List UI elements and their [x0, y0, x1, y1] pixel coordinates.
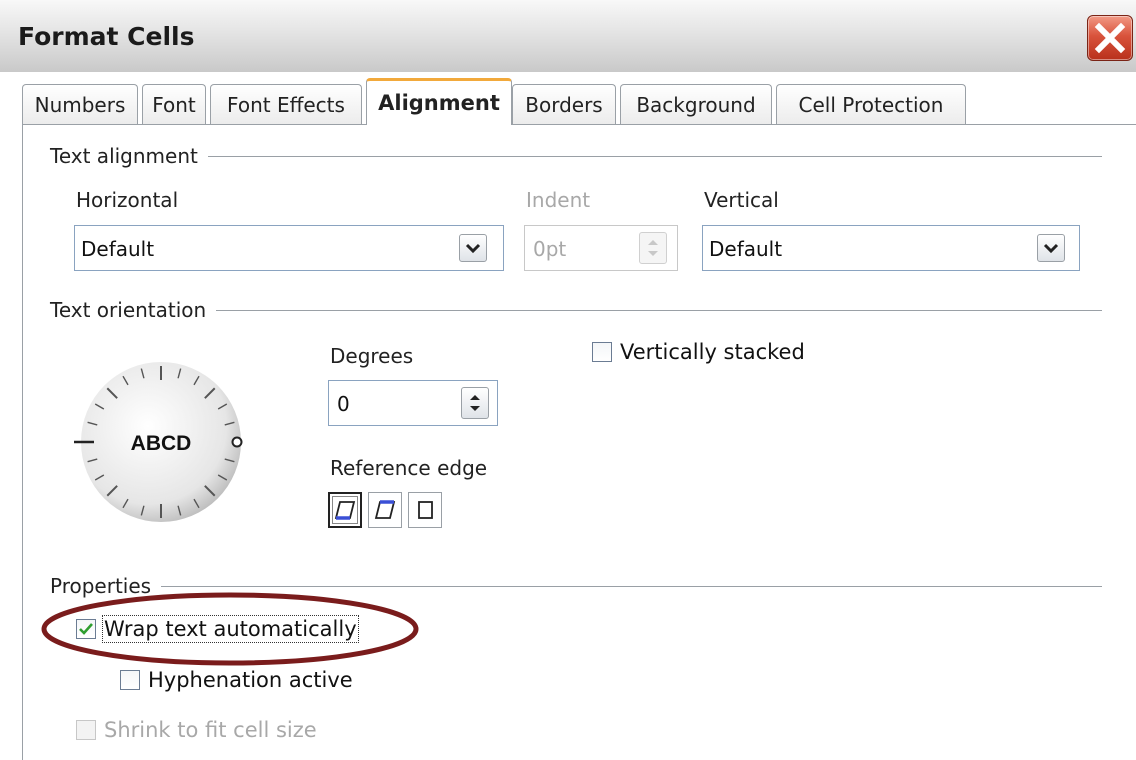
- vertical-label: Vertical: [704, 188, 779, 212]
- tab-borders[interactable]: Borders: [512, 84, 616, 124]
- horizontal-select[interactable]: Default: [74, 225, 504, 271]
- hyphenation-option[interactable]: Hyphenation active: [120, 668, 353, 692]
- reference-edge-inside-icon: [418, 501, 433, 519]
- degrees-value: 0: [337, 392, 350, 416]
- tab-label: Background: [636, 92, 756, 117]
- horizontal-value: Default: [81, 237, 155, 261]
- degrees-spin-buttons[interactable]: [461, 387, 489, 419]
- tab-label: Borders: [525, 92, 603, 117]
- hyphenation-checkbox[interactable]: [120, 670, 140, 690]
- shrink-to-fit-checkbox: [76, 720, 96, 740]
- orientation-dial[interactable]: ABCD: [66, 354, 256, 534]
- tab-background[interactable]: Background: [620, 84, 772, 124]
- reference-edge-top-icon: [374, 500, 396, 519]
- close-button[interactable]: [1087, 15, 1133, 61]
- vertically-stacked-option[interactable]: Vertically stacked: [592, 340, 805, 364]
- tab-label: Numbers: [34, 92, 126, 117]
- dial-handle[interactable]: [231, 436, 243, 448]
- tab-label: Alignment: [378, 91, 500, 115]
- tab-numbers[interactable]: Numbers: [22, 84, 138, 124]
- tab-alignment[interactable]: Alignment: [366, 78, 512, 125]
- tab-label: Cell Protection: [798, 92, 944, 117]
- properties-section: Properties: [50, 574, 1102, 598]
- vertically-stacked-checkbox[interactable]: [592, 342, 612, 362]
- wrap-text-label: Wrap text automatically: [102, 615, 359, 643]
- section-divider: [216, 309, 1102, 311]
- section-label: Text alignment: [50, 144, 198, 168]
- text-orientation-section: Text orientation: [50, 298, 1102, 322]
- wrap-text-checkbox[interactable]: [76, 619, 96, 639]
- tab-font-effects[interactable]: Font Effects: [210, 84, 362, 124]
- horizontal-label: Horizontal: [76, 188, 179, 212]
- spin-up-down-icon: [648, 240, 658, 256]
- section-label: Properties: [50, 574, 152, 598]
- spin-up-down-icon: [470, 395, 480, 411]
- text-alignment-section: Text alignment: [50, 144, 1102, 168]
- section-divider: [161, 585, 1102, 587]
- shrink-to-fit-label: Shrink to fit cell size: [104, 718, 317, 742]
- reference-edge-bottom-icon: [334, 501, 356, 520]
- degrees-spinbox[interactable]: 0: [328, 380, 498, 426]
- indent-label: Indent: [526, 188, 591, 212]
- close-x-icon: [1094, 22, 1126, 54]
- indent-spinbox[interactable]: 0pt: [524, 225, 678, 271]
- reference-edge-bottom-button[interactable]: [328, 492, 362, 528]
- vertically-stacked-label: Vertically stacked: [620, 340, 805, 364]
- tab-font[interactable]: Font: [142, 84, 206, 124]
- title-bar: Format Cells: [0, 0, 1136, 72]
- vertical-value: Default: [709, 237, 783, 261]
- dialog-title: Format Cells: [18, 22, 195, 51]
- reference-edge-inside-button[interactable]: [408, 492, 442, 528]
- section-label: Text orientation: [50, 298, 207, 322]
- tab-label: Font: [152, 92, 196, 117]
- chevron-down-icon: [465, 243, 481, 254]
- vertical-select[interactable]: Default: [702, 225, 1080, 271]
- shrink-to-fit-option: Shrink to fit cell size: [76, 718, 317, 742]
- horizontal-dropdown-button[interactable]: [459, 234, 487, 262]
- tab-label: Font Effects: [227, 92, 345, 117]
- wrap-text-option[interactable]: Wrap text automatically: [76, 615, 359, 643]
- hyphenation-label: Hyphenation active: [148, 668, 353, 692]
- indent-value: 0pt: [533, 237, 567, 261]
- chevron-down-icon: [1043, 243, 1059, 254]
- section-divider: [207, 155, 1102, 157]
- indent-spin-buttons[interactable]: [639, 232, 667, 264]
- dial-sample-text: ABCD: [131, 432, 192, 455]
- reference-edge-top-button[interactable]: [368, 492, 402, 528]
- vertical-dropdown-button[interactable]: [1037, 234, 1065, 262]
- checkmark-icon: [79, 623, 93, 635]
- degrees-label: Degrees: [330, 344, 414, 368]
- reference-edge-label: Reference edge: [330, 456, 488, 480]
- tab-cell-protection[interactable]: Cell Protection: [776, 84, 966, 124]
